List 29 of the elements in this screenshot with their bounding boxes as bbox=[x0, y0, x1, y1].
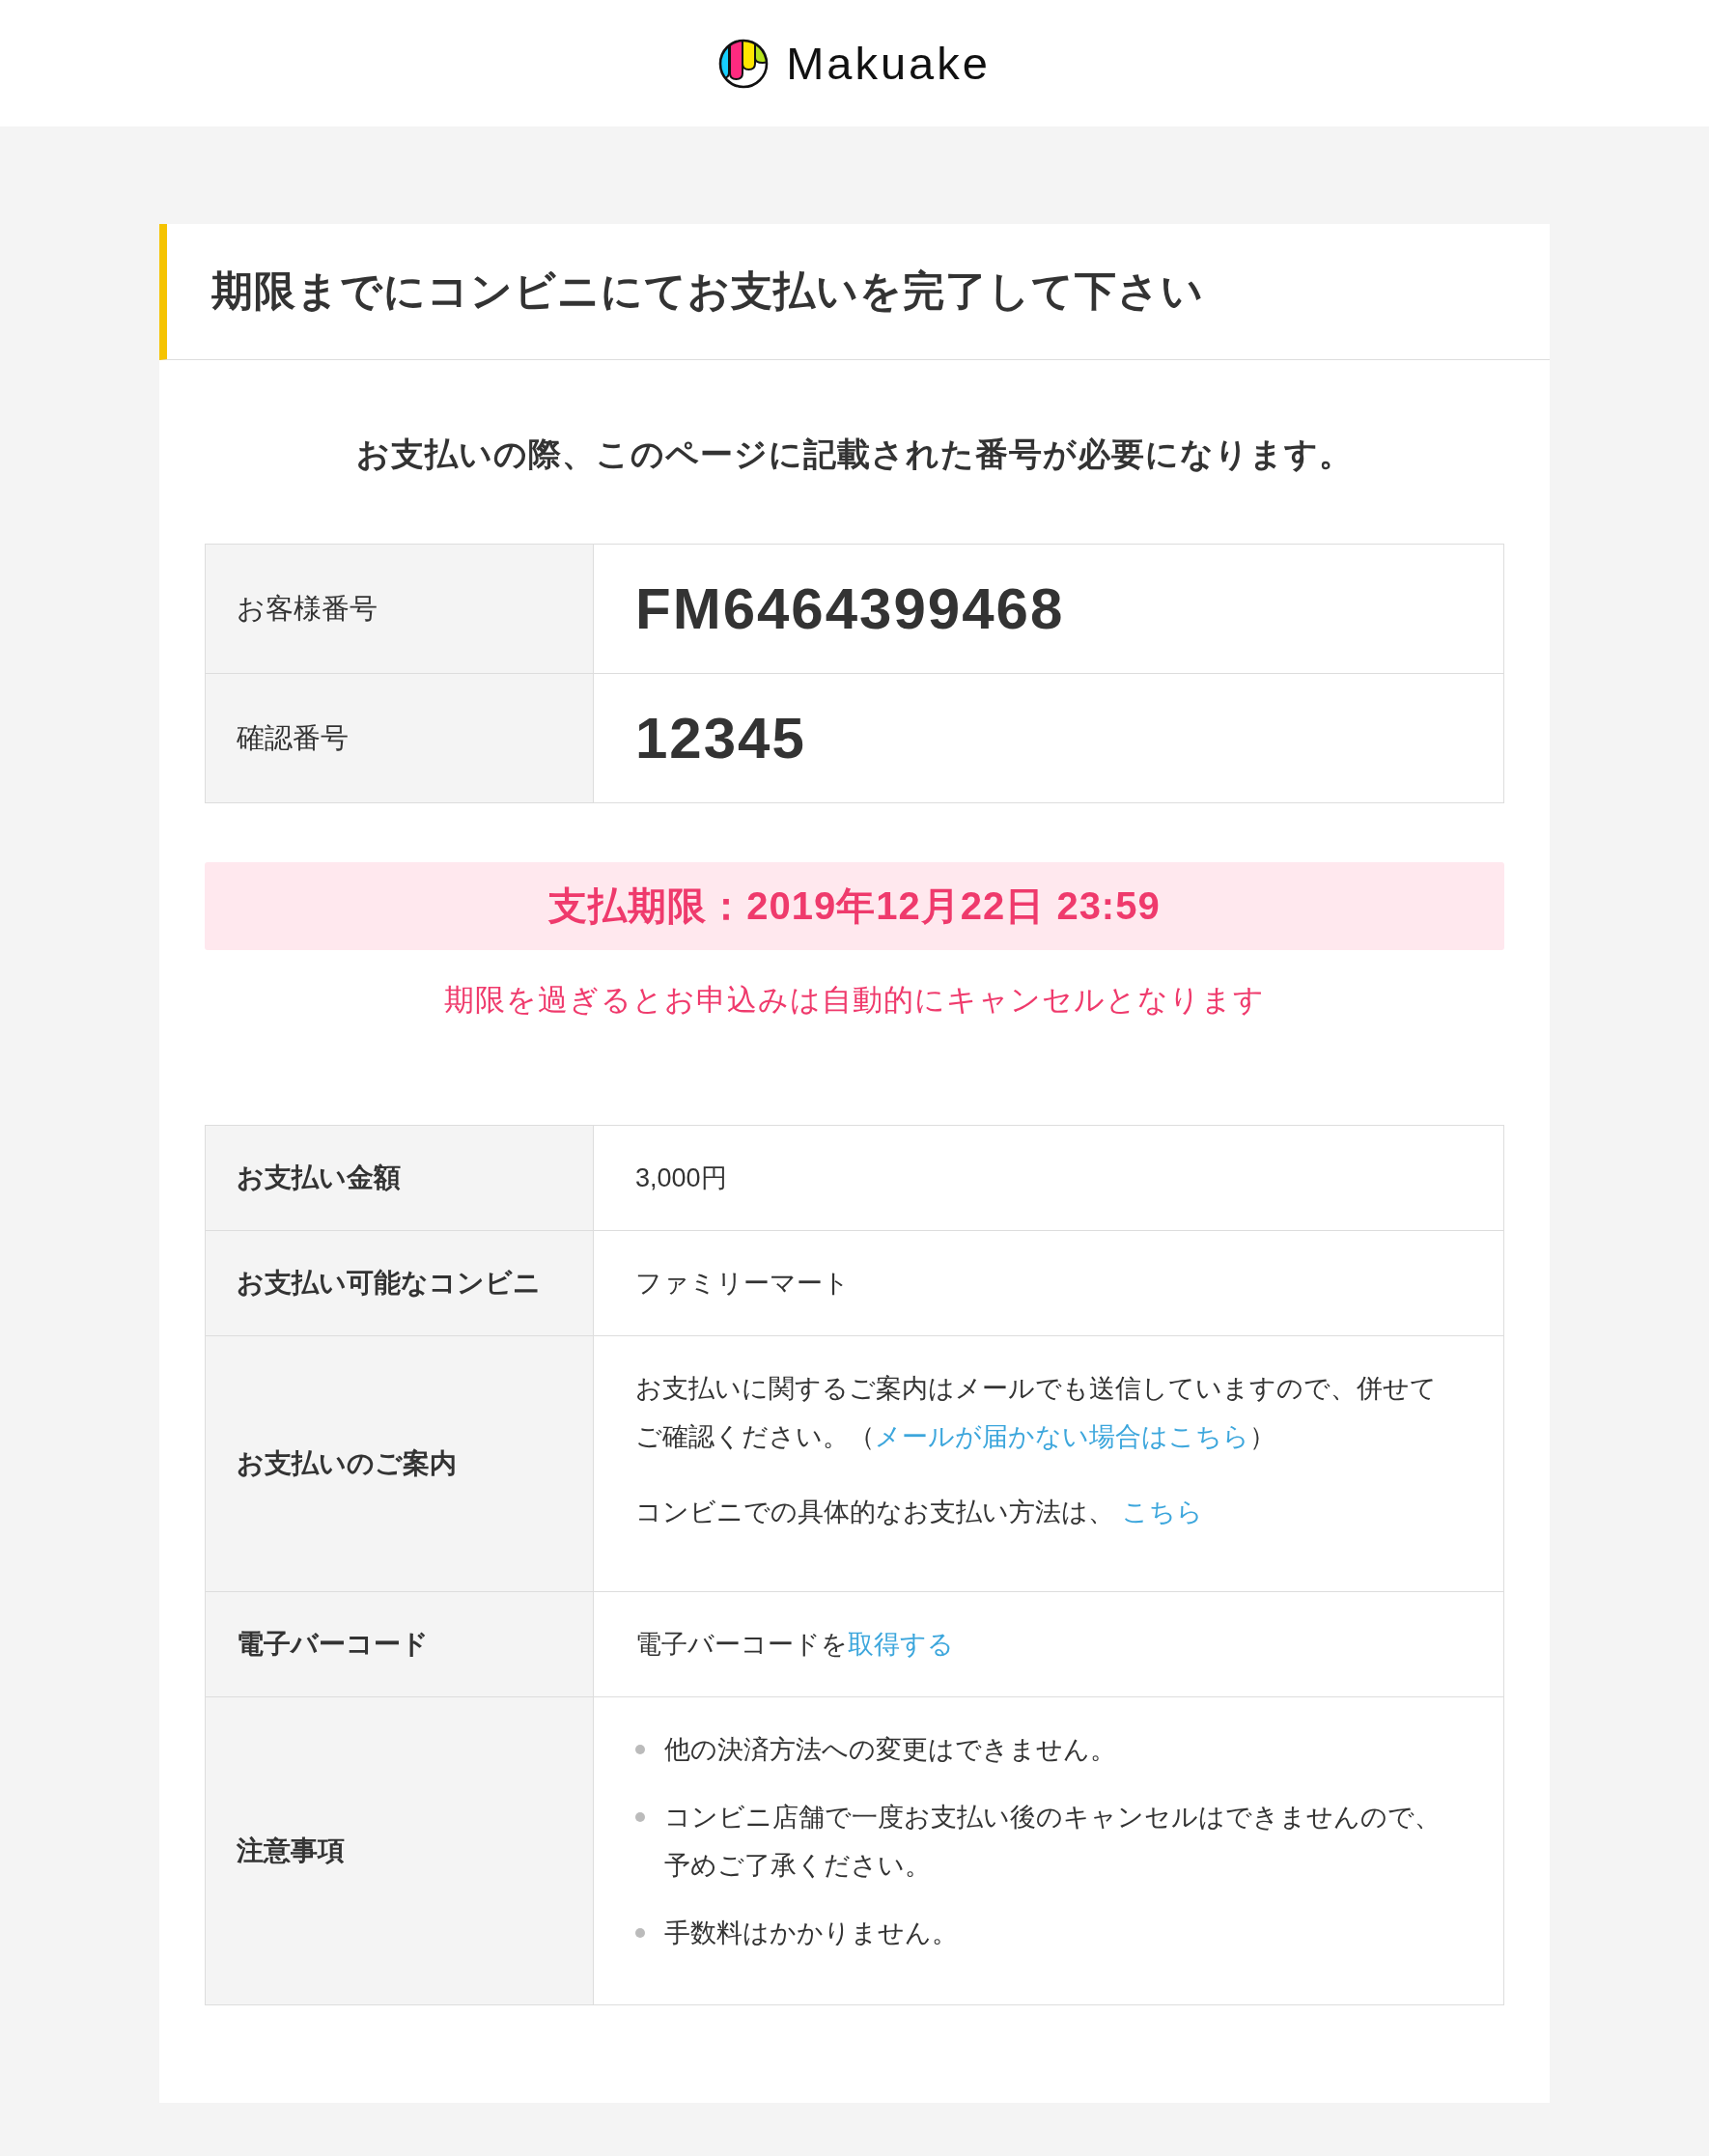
label-cell: 電子バーコード bbox=[205, 1591, 594, 1697]
deadline-banner: 支払期限：2019年12月22日 23:59 bbox=[205, 862, 1504, 950]
logo-text: Makuake bbox=[786, 38, 991, 89]
bullet-icon bbox=[635, 1745, 645, 1754]
number-cell: FM6464399468 bbox=[593, 544, 1504, 674]
text-link[interactable]: 取得する bbox=[848, 1630, 954, 1659]
guide-paragraph: お支払いに関するご案内はメールでも送信していますので、併せてご確認ください。（メールが届かない場合はこちら） bbox=[635, 1373, 1438, 1453]
text-link[interactable]: こちら bbox=[1121, 1498, 1203, 1526]
intro-text: お支払いの際、このページに記載された番号が必要になります。 bbox=[355, 434, 1354, 474]
note-text: 他の決済方法への変更はできません。 bbox=[664, 1734, 1117, 1766]
label-cell: 確認番号 bbox=[205, 673, 594, 803]
label-cell: お支払いのご案内 bbox=[205, 1335, 594, 1592]
value-cell: ファミリーマート bbox=[593, 1230, 1504, 1336]
cancel-notice: 期限を過ぎるとお申込みは自動的にキャンセルとなります bbox=[443, 982, 1266, 1019]
label-cell: お支払い金額 bbox=[205, 1125, 594, 1231]
card-title: 期限までにコンビニにてお支払いを完了して下さい bbox=[159, 224, 1550, 360]
guide-paragraph: コンビニでの具体的なお支払い方法は、 こちら bbox=[635, 1497, 1204, 1528]
text-link[interactable]: メールが届かない場合はこちら bbox=[875, 1422, 1249, 1451]
bullet-icon bbox=[635, 1812, 645, 1822]
value-cell: 3,000円 bbox=[593, 1125, 1504, 1231]
barcode-text: 電子バーコードを取得する bbox=[635, 1630, 954, 1659]
note-text: コンビニ店舗で一度お支払い後のキャンセルはできませんので、予めご了承ください。 bbox=[664, 1802, 1442, 1882]
logo-icon bbox=[718, 38, 770, 89]
label-cell: お客様番号 bbox=[205, 544, 594, 674]
note-text: 手数料はかかりません。 bbox=[664, 1918, 959, 1949]
number-cell: 12345 bbox=[593, 673, 1504, 803]
label-cell: 注意事項 bbox=[205, 1696, 594, 2005]
label-cell: お支払い可能なコンビニ bbox=[205, 1230, 594, 1336]
bullet-icon bbox=[635, 1928, 645, 1938]
